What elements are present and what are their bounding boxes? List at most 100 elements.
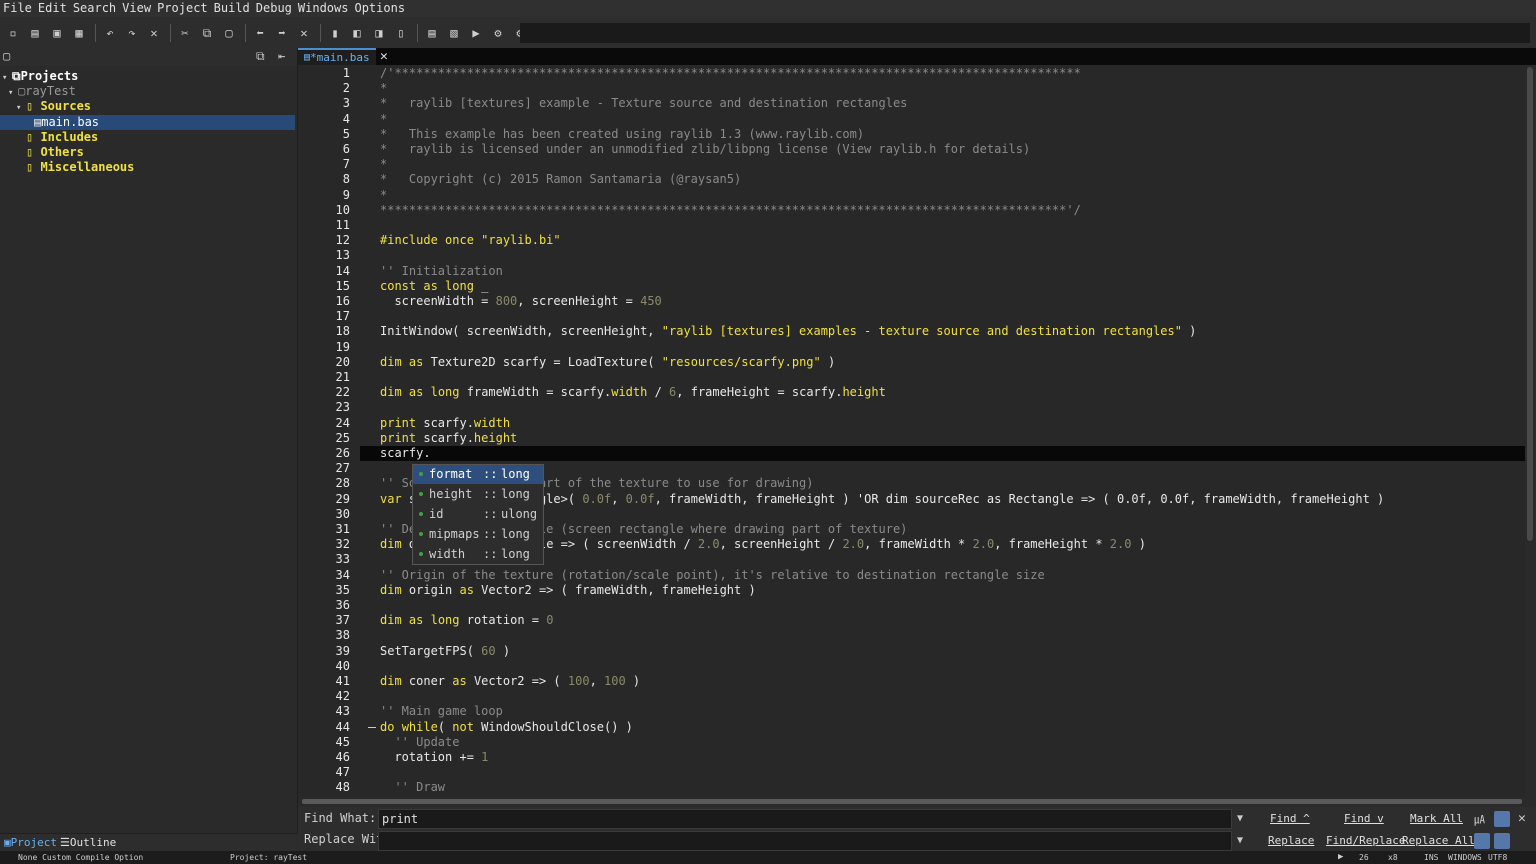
code-line[interactable]: /'**************************************…	[380, 66, 1081, 81]
match-case-icon[interactable]: ㎂	[1474, 811, 1490, 827]
open-file-icon[interactable]: ▤	[25, 23, 45, 43]
whole-word-icon[interactable]	[1494, 811, 1510, 827]
menu-edit[interactable]: Edit	[35, 0, 70, 17]
code-line[interactable]: *	[380, 157, 387, 172]
mark-all-button[interactable]: Mark All	[1410, 812, 1463, 825]
autocomplete-item[interactable]: id:: ulong	[413, 505, 543, 524]
expand-icon[interactable]: ▾	[16, 101, 26, 116]
autocomplete-item[interactable]: format:: long	[413, 465, 543, 484]
close-tab-icon[interactable]: ✕	[380, 49, 388, 64]
code-line[interactable]: * This example has been created using ra…	[380, 127, 864, 142]
code-line[interactable]: InitWindow( screenWidth, screenHeight, "…	[380, 324, 1196, 339]
forward-icon[interactable]: ➡	[272, 23, 292, 43]
regex-icon[interactable]	[1474, 833, 1490, 849]
close-find-icon[interactable]: ✕	[1518, 811, 1526, 826]
next-bookmark-icon[interactable]: ◨	[369, 23, 389, 43]
code-line[interactable]: rotation += 1	[380, 750, 488, 765]
code-line[interactable]: SetTargetFPS( 60 )	[380, 644, 510, 659]
back-icon[interactable]: ⬅	[250, 23, 270, 43]
code-line[interactable]: *	[380, 81, 387, 96]
menu-build[interactable]: Build	[211, 0, 253, 17]
run-icon[interactable]: ▶	[466, 23, 486, 43]
tree-project-raytest[interactable]: ▾ ▢rayTest	[8, 84, 76, 99]
close-icon[interactable]: ✕	[144, 23, 164, 43]
collapse-icon[interactable]: ⧉	[256, 49, 265, 64]
menu-debug[interactable]: Debug	[253, 0, 295, 17]
code-line[interactable]: const as long _	[380, 279, 488, 294]
selection-only-icon[interactable]	[1494, 833, 1510, 849]
menu-project[interactable]: Project	[154, 0, 211, 17]
horizontal-scroll-thumb[interactable]	[302, 799, 1522, 804]
replace-history-dropdown-icon[interactable]: ▼	[1232, 831, 1248, 851]
code-line[interactable]: *	[380, 188, 387, 203]
autocomplete-item[interactable]: mipmaps:: long	[413, 525, 543, 544]
bookmark-icon[interactable]: ▮	[325, 23, 345, 43]
find-prev-button[interactable]: Find ^	[1270, 812, 1310, 825]
redo-icon[interactable]: ↷	[122, 23, 142, 43]
code-line[interactable]: #include once "raylib.bi"	[380, 233, 561, 248]
tree-file-main[interactable]: ▤main.bas	[0, 115, 295, 130]
menu-file[interactable]: File	[0, 0, 35, 17]
compile-run-icon[interactable]: ▧	[444, 23, 464, 43]
code-line[interactable]: *	[380, 112, 387, 127]
vertical-scrollbar[interactable]	[1525, 65, 1536, 797]
find-history-dropdown-icon[interactable]: ▼	[1232, 809, 1248, 829]
code-line[interactable]: screenWidth = 800, screenHeight = 450	[380, 294, 661, 309]
code-line[interactable]: * Copyright (c) 2015 Ramon Santamaria (@…	[380, 172, 741, 187]
code-line[interactable]: '' Origin of the texture (rotation/scale…	[380, 568, 1045, 583]
paste-icon[interactable]: ▢	[219, 23, 239, 43]
code-line[interactable]: '' Draw	[380, 780, 445, 795]
pin-icon[interactable]: ⇤	[278, 49, 285, 63]
save-icon[interactable]: ▣	[47, 23, 67, 43]
tree-sources[interactable]: ▾ ▯ Sources	[16, 99, 91, 114]
code-line[interactable]: print scarfy.width	[380, 416, 510, 431]
replace-input[interactable]	[378, 831, 1232, 851]
undo-icon[interactable]: ↶	[100, 23, 120, 43]
replace-button[interactable]: Replace	[1268, 834, 1314, 847]
tree-others[interactable]: ▯ Others	[26, 145, 84, 160]
new-file-icon[interactable]: ▫	[3, 23, 23, 43]
code-line[interactable]: dim coner as Vector2 => ( 100, 100 )	[380, 674, 640, 689]
sidebar-window-icon[interactable]: ▢	[3, 49, 10, 63]
clear-bookmarks-icon[interactable]: ▯	[391, 23, 411, 43]
code-line[interactable]: dim origin as Vector2 => ( frameWidth, f…	[380, 583, 756, 598]
cut-icon[interactable]: ✂	[175, 23, 195, 43]
tab-outline[interactable]: ☰Outline	[60, 836, 116, 849]
code-line[interactable]: do while( not WindowShouldClose() )	[380, 720, 633, 735]
code-line[interactable]: '' Update	[380, 735, 459, 750]
code-line[interactable]: '' Main game loop	[380, 704, 503, 719]
build-settings-icon[interactable]: ⚙	[488, 23, 508, 43]
menu-search[interactable]: Search	[70, 0, 119, 17]
tree-projects[interactable]: ▾ ⧉Projects	[2, 69, 78, 84]
code-line[interactable]: dim as long frameWidth = scarfy.width / …	[380, 385, 886, 400]
save-all-icon[interactable]: ▦	[69, 23, 89, 43]
code-line[interactable]: print scarfy.height	[380, 431, 517, 446]
code-editor[interactable]: 1 2 3 4 5 6 7 8 9 10 11 12 13 14 15 16 17 18 19 20 21 22 23 24 2…	[298, 65, 1525, 797]
menu-windows[interactable]: Windows	[295, 0, 352, 17]
autocomplete-item[interactable]: height:: long	[413, 485, 543, 504]
compile-icon[interactable]: ▤	[422, 23, 442, 43]
prev-bookmark-icon[interactable]: ◧	[347, 23, 367, 43]
autocomplete-item[interactable]: width:: long	[413, 545, 543, 564]
replace-all-button[interactable]: Replace All	[1402, 834, 1475, 847]
menu-view[interactable]: View	[119, 0, 154, 17]
horizontal-scrollbar[interactable]	[298, 797, 1536, 806]
code-line[interactable]: dim as long rotation = 0	[380, 613, 553, 628]
code-line[interactable]: * raylib is licensed under an unmodified…	[380, 142, 1030, 157]
code-line[interactable]: * raylib [textures] example - Texture so…	[380, 96, 907, 111]
vertical-scroll-thumb[interactable]	[1527, 67, 1533, 541]
code-line[interactable]: dim as Texture2D scarfy = LoadTexture( "…	[380, 355, 835, 370]
code-line[interactable]: scarfy.	[380, 446, 431, 461]
find-input[interactable]	[378, 809, 1232, 829]
tree-includes[interactable]: ▯ Includes	[26, 130, 98, 145]
fold-marker-icon[interactable]	[368, 726, 376, 728]
code-line[interactable]: '' Initialization	[380, 264, 503, 279]
tab-main-bas[interactable]: ▤ *main.bas	[298, 48, 376, 65]
copy-icon[interactable]: ⧉	[197, 23, 217, 43]
find-next-button[interactable]: Find v	[1344, 812, 1384, 825]
tab-project[interactable]: ▣Project	[4, 836, 57, 849]
code-line[interactable]: ****************************************…	[380, 203, 1081, 218]
find-replace-button[interactable]: Find/Replace	[1326, 834, 1405, 847]
stop-icon[interactable]: ✕	[294, 23, 314, 43]
menu-options[interactable]: Options	[351, 0, 408, 17]
